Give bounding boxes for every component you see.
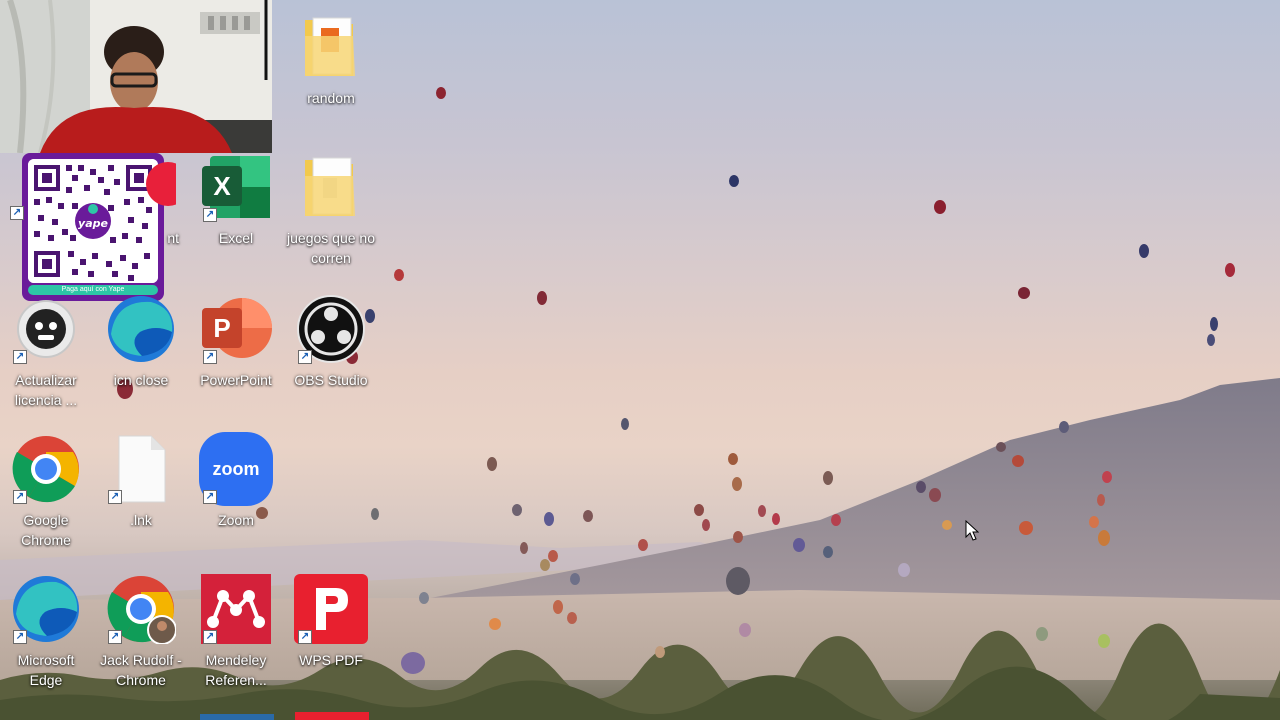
wps-pdf-icon: ↗ xyxy=(294,572,368,646)
shortcut-arrow-icon: ↗ xyxy=(203,630,217,644)
desktop-icon-edge[interactable]: ↗ Microsoft Edge xyxy=(0,572,92,690)
shortcut-arrow-icon: ↗ xyxy=(298,630,312,644)
shortcut-arrow-icon: ↗ xyxy=(203,490,217,504)
desktop-icon-mendeley[interactable]: ↗ Mendeley Referen... xyxy=(190,572,282,690)
zoom-icon: zoom ↗ xyxy=(199,432,273,506)
shortcut-arrow-icon: ↗ xyxy=(203,350,217,364)
desktop-icon-jack-chrome[interactable]: ↗ Jack Rudolf - Chrome xyxy=(95,572,187,690)
obs-icon: ↗ xyxy=(294,292,368,366)
shortcut-arrow-icon: ↗ xyxy=(298,350,312,364)
icon-label: .lnk xyxy=(130,512,152,528)
icon-label: juegos que no corren xyxy=(287,230,375,266)
icon-label: Microsoft Edge xyxy=(17,652,75,688)
powerpoint-icon: P ↗ xyxy=(199,292,273,366)
mouse-cursor-icon xyxy=(965,519,980,547)
folder-icon xyxy=(294,10,368,84)
chrome-icon: ↗ xyxy=(9,432,83,506)
icon-label: nt xyxy=(167,230,179,246)
icon-label: Mendeley Referen... xyxy=(205,652,267,688)
folder-icon xyxy=(294,150,368,224)
svg-text:P: P xyxy=(213,313,230,343)
icon-label: OBS Studio xyxy=(294,372,368,388)
shortcut-arrow-icon: ↗ xyxy=(10,206,24,220)
svg-text:X: X xyxy=(213,171,231,201)
antivirus-icon: ↗ xyxy=(9,292,83,366)
shortcut-arrow-icon: ↗ xyxy=(13,490,27,504)
icon-label: Excel xyxy=(218,230,254,246)
shortcut-arrow-icon: ↗ xyxy=(108,630,122,644)
icon-label: Actualizar licencia ... xyxy=(14,372,78,408)
desktop-icon-wps[interactable]: ↗ WPS PDF xyxy=(285,572,377,670)
webcam-person-image xyxy=(0,0,272,153)
shortcut-arrow-icon: ↗ xyxy=(108,490,122,504)
shortcut-arrow-icon: ↗ xyxy=(13,630,27,644)
desktop-icon-powerpoint[interactable]: P ↗ PowerPoint xyxy=(190,292,282,390)
webcam-overlay xyxy=(0,0,272,153)
shortcut-arrow-icon: ↗ xyxy=(203,208,217,222)
excel-icon: X ↗ xyxy=(199,150,273,224)
app-icon xyxy=(104,150,178,224)
desktop-icon-random[interactable]: random xyxy=(285,10,377,108)
desktop-icon-actualizar[interactable]: ↗ Actualizar licencia ... xyxy=(0,292,92,410)
desktop-icon-hidden[interactable]: nt xyxy=(95,150,187,248)
partial-icon-bottom xyxy=(295,712,369,720)
icon-label: WPS PDF xyxy=(299,652,363,668)
desktop-icon-zoom[interactable]: zoom ↗ Zoom xyxy=(190,432,282,530)
edge-icon xyxy=(104,292,178,366)
desktop-icon-chrome[interactable]: ↗ Google Chrome xyxy=(0,432,92,550)
desktop-icon-icn-close[interactable]: icn close xyxy=(95,292,187,390)
mendeley-icon: ↗ xyxy=(199,572,273,646)
desktop-icon-obs[interactable]: ↗ OBS Studio xyxy=(285,292,377,390)
edge-icon: ↗ xyxy=(9,572,83,646)
icon-label: PowerPoint xyxy=(200,372,272,388)
desktop-icon-juegos[interactable]: juegos que no corren xyxy=(285,150,377,268)
icon-label: Google Chrome xyxy=(21,512,71,548)
desktop-icon-excel[interactable]: X ↗ Excel xyxy=(190,150,282,248)
svg-text:zoom: zoom xyxy=(213,459,260,479)
desktop-icon-lnk[interactable]: ↗ .lnk xyxy=(95,432,187,530)
icon-label: random xyxy=(307,90,355,106)
shortcut-arrow-icon: ↗ xyxy=(13,350,27,364)
partial-icon-bottom xyxy=(200,714,274,720)
file-icon: ↗ xyxy=(104,432,178,506)
icon-label: Jack Rudolf - Chrome xyxy=(100,652,182,688)
icon-label: Zoom xyxy=(218,512,254,528)
icon-label: icn close xyxy=(113,372,169,388)
chrome-profile-icon: ↗ xyxy=(104,572,178,646)
